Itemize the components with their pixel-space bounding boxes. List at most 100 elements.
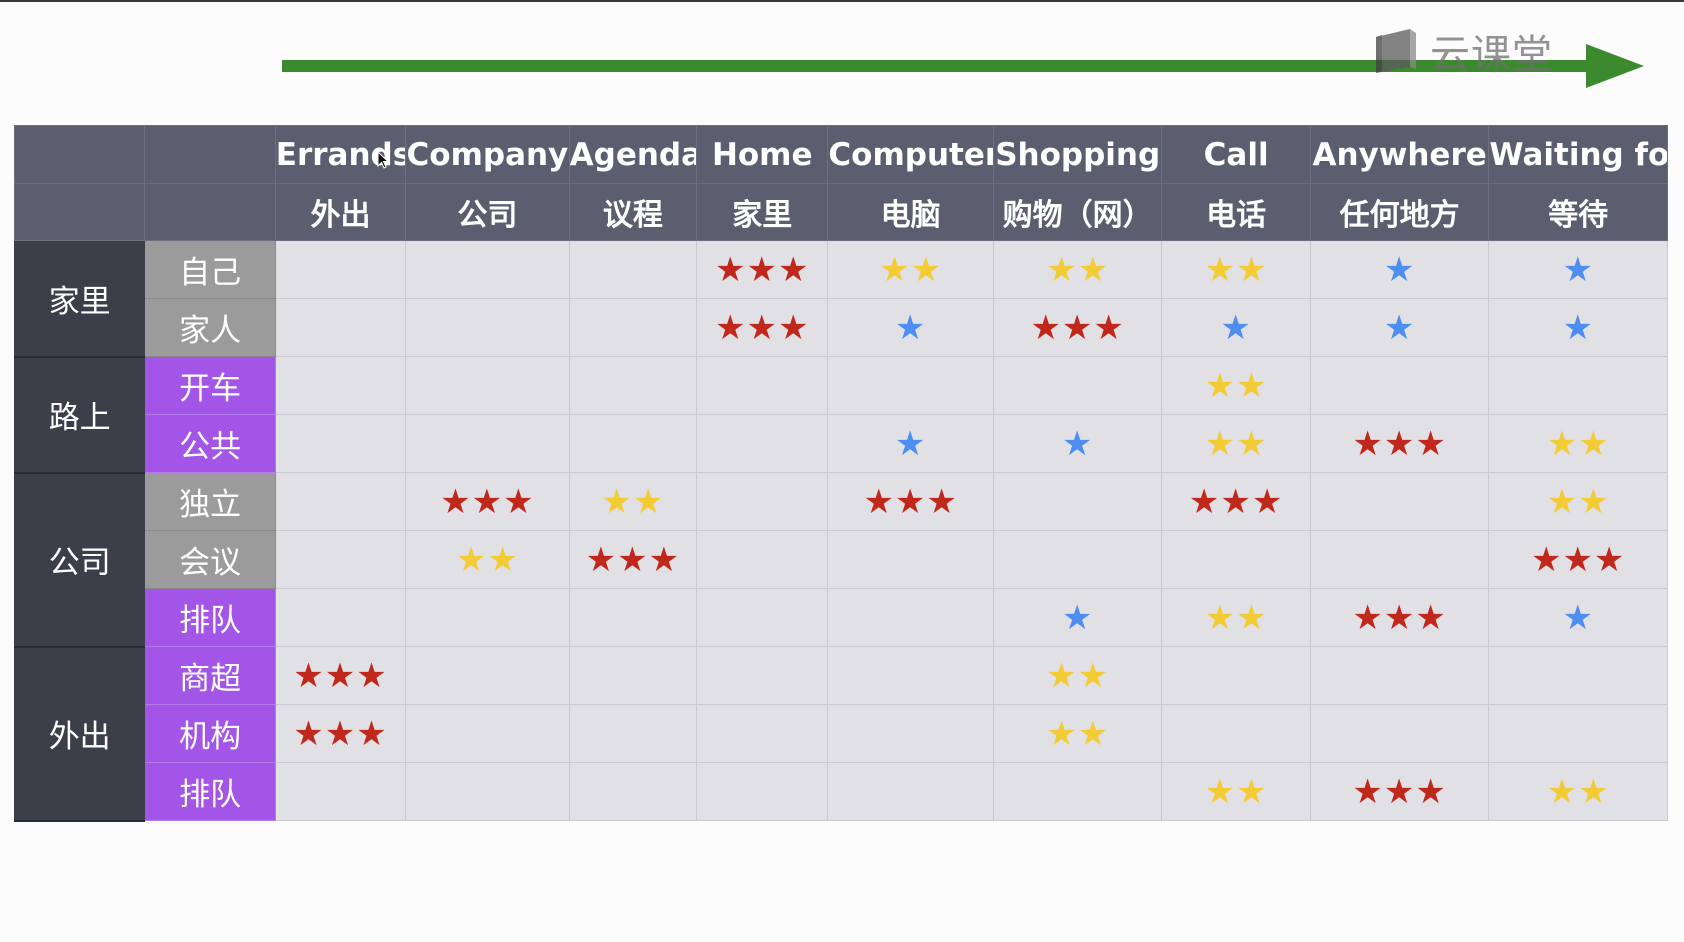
- rating-cell: ★★: [1161, 414, 1311, 473]
- rating-cell: [568, 762, 698, 821]
- rating-cell: ★★: [1161, 588, 1311, 647]
- rating-cell: [568, 704, 698, 763]
- rating-cell: ★: [992, 588, 1163, 647]
- rating-cell: [568, 588, 698, 647]
- row-label: 开车: [144, 356, 276, 415]
- column-header: Anywhere: [1309, 125, 1490, 184]
- rating-cell: ★★★: [1309, 762, 1490, 821]
- column-header: Waiting for: [1488, 125, 1668, 184]
- column-header-zh: 电脑: [827, 183, 994, 241]
- table-row: 家人 ★★★ ★ ★★★ ★ ★ ★: [15, 298, 1668, 357]
- rating-cell: [274, 762, 407, 821]
- rating-cell: ★: [992, 414, 1163, 473]
- star-rating-icon: ★★: [1204, 249, 1268, 290]
- rating-cell: [696, 414, 829, 473]
- rating-cell: ★★: [1161, 762, 1311, 821]
- rating-cell: [405, 704, 570, 763]
- logo-text: 云课堂: [1430, 32, 1553, 78]
- rating-cell: [568, 356, 698, 415]
- row-label: 自己: [144, 240, 276, 299]
- table-row: 公共 ★ ★ ★★ ★★★ ★★: [15, 414, 1668, 473]
- column-header: Computer: [827, 125, 994, 184]
- rating-cell: [992, 762, 1163, 821]
- rating-cell: ★★★: [696, 240, 829, 299]
- group-out: 外出: [13, 646, 146, 822]
- group-company: 公司: [13, 472, 146, 648]
- rating-cell: [405, 588, 570, 647]
- star-rating-icon: ★: [1562, 597, 1594, 638]
- column-header: Shopping: [992, 125, 1163, 184]
- table-row: 机构 ★★★ ★★: [15, 704, 1668, 763]
- table-row: 公司 独立 ★★★ ★★ ★★★ ★★★ ★★: [13, 472, 1668, 648]
- row-label: 公共: [144, 414, 276, 473]
- rating-cell: [568, 298, 698, 357]
- star-rating-icon: ★★★: [293, 713, 388, 754]
- table-row: 外出 商超 ★★★ ★★: [13, 646, 1668, 822]
- rating-cell: [274, 356, 407, 415]
- rating-cell: [568, 646, 698, 705]
- rating-cell: ★: [827, 298, 994, 357]
- rating-cell: [1488, 704, 1668, 763]
- rating-cell: [1161, 646, 1311, 705]
- rating-cell: ★★★: [992, 298, 1163, 357]
- star-rating-icon: ★★★: [1352, 771, 1447, 812]
- rating-cell: [274, 530, 407, 589]
- rating-cell: [696, 762, 829, 821]
- header-corner: [144, 125, 276, 184]
- rating-cell: [696, 472, 829, 531]
- rating-cell: ★★: [405, 530, 570, 589]
- column-header-zh: 购物（网）: [992, 183, 1163, 241]
- column-header-zh: 公司: [405, 183, 570, 241]
- star-rating-icon: ★★: [879, 249, 943, 290]
- rating-cell: [568, 240, 698, 299]
- rating-cell: ★: [1488, 298, 1668, 357]
- rating-cell: [405, 646, 570, 705]
- column-header: Agenda: [568, 125, 698, 184]
- rating-cell: ★★★: [696, 298, 829, 357]
- star-rating-icon: ★: [1562, 307, 1594, 348]
- rating-cell: ★★: [1488, 472, 1668, 531]
- rating-cell: ★★: [568, 472, 698, 531]
- header-corner: [144, 183, 276, 241]
- rating-cell: [827, 588, 994, 647]
- rating-cell: [274, 414, 407, 473]
- rating-cell: [1309, 704, 1490, 763]
- rating-cell: [1309, 356, 1490, 415]
- top-border: [0, 0, 1684, 2]
- star-rating-icon: ★★: [455, 539, 519, 580]
- star-rating-icon: ★: [1383, 249, 1416, 290]
- header-row-zh: 外出 公司 议程 家里 电脑 购物（网） 电话 任何地方 等待: [13, 183, 1668, 241]
- rating-cell: [1309, 530, 1490, 589]
- star-rating-icon: ★★★: [440, 481, 535, 522]
- group-home: 家里: [13, 240, 146, 358]
- rating-cell: [1161, 530, 1311, 589]
- table-row: 会议 ★★ ★★★ ★★★: [15, 530, 1668, 589]
- rating-cell: ★★★: [1488, 530, 1668, 589]
- rating-cell: ★★★: [568, 530, 698, 589]
- rating-cell: [827, 762, 994, 821]
- star-rating-icon: ★: [1562, 249, 1594, 290]
- table-row: 家里 自己 ★★★ ★★ ★★ ★★ ★ ★: [13, 240, 1668, 358]
- context-priority-table: Errands Company Agenda Home Computer Sho…: [13, 125, 1668, 822]
- star-rating-icon: ★: [1061, 423, 1094, 464]
- row-label: 排队: [144, 762, 276, 821]
- star-rating-icon: ★★★: [863, 481, 958, 522]
- rating-cell: ★★: [992, 646, 1163, 705]
- rating-cell: [1488, 646, 1668, 705]
- rating-cell: [274, 240, 407, 299]
- star-rating-icon: ★: [1220, 307, 1252, 348]
- row-label: 家人: [144, 298, 276, 357]
- row-label: 独立: [144, 472, 276, 531]
- rating-cell: [405, 298, 570, 357]
- table-row: 路上 开车 ★★: [13, 356, 1668, 474]
- rating-cell: ★★: [1161, 356, 1311, 415]
- row-label: 机构: [144, 704, 276, 763]
- rating-cell: [827, 356, 994, 415]
- star-rating-icon: ★★: [1204, 597, 1268, 638]
- rating-cell: [827, 530, 994, 589]
- rating-cell: ★★: [1488, 414, 1668, 473]
- column-header: Home: [696, 125, 829, 184]
- rating-cell: ★★★: [1309, 588, 1490, 647]
- rating-cell: [1488, 356, 1668, 415]
- rating-cell: [696, 646, 829, 705]
